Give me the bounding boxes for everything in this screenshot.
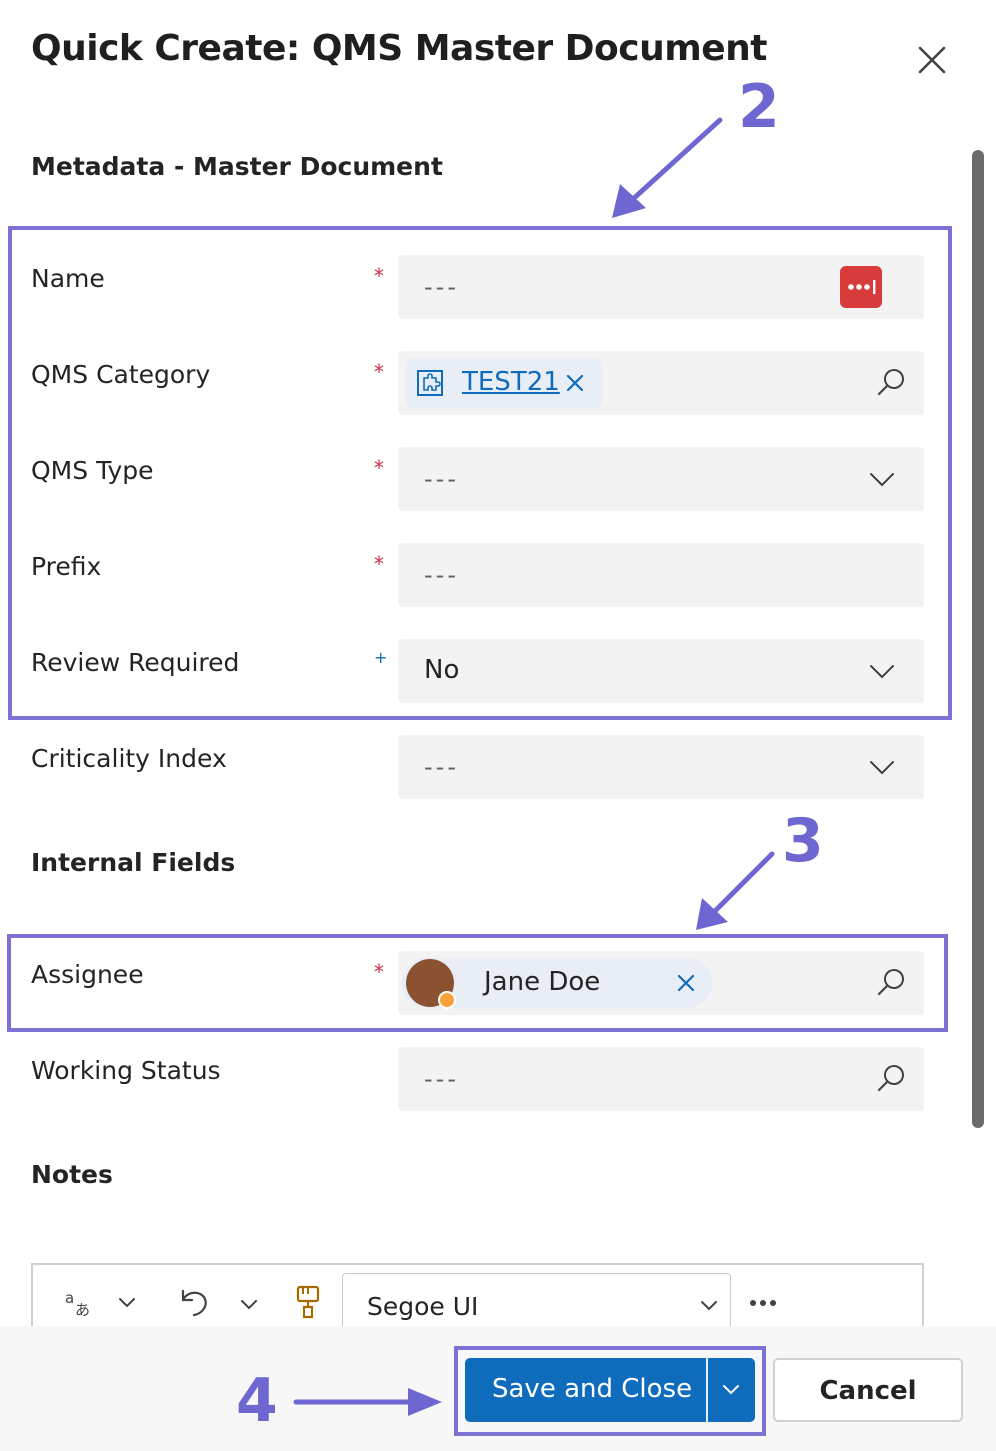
chevron-down-icon[interactable]	[117, 1295, 137, 1311]
annotation-box-2	[8, 226, 952, 720]
format-painter-icon[interactable]	[295, 1285, 321, 1321]
working-status-field[interactable]: ---	[398, 1047, 924, 1111]
chevron-down-icon	[870, 761, 894, 774]
chevron-down-icon[interactable]	[239, 1297, 259, 1313]
notes-editor-toolbar: a あ Segoe UI	[31, 1263, 924, 1335]
annotation-number-4: 4	[236, 1366, 278, 1436]
more-icon[interactable]	[747, 1297, 781, 1309]
criticality-index-select[interactable]: ---	[398, 735, 924, 799]
criticality-index-label: Criticality Index	[31, 744, 227, 773]
svg-text:a: a	[65, 1289, 74, 1307]
working-status-value: ---	[424, 1065, 459, 1093]
annotation-number-3: 3	[782, 806, 824, 876]
annotation-number-2: 2	[738, 72, 780, 142]
undo-icon[interactable]	[177, 1285, 211, 1319]
section-title-internal: Internal Fields	[31, 848, 236, 877]
working-status-label: Working Status	[31, 1056, 221, 1085]
annotation-arrow-2	[612, 117, 723, 218]
translate-icon[interactable]: a あ	[63, 1287, 95, 1319]
scrollbar[interactable]	[972, 150, 984, 1128]
cancel-button[interactable]: Cancel	[773, 1358, 963, 1422]
cancel-label: Cancel	[819, 1376, 917, 1406]
font-family-value: Segoe UI	[367, 1292, 479, 1321]
annotation-arrow-3	[696, 851, 775, 930]
annotation-box-4	[454, 1346, 766, 1436]
svg-text:あ: あ	[75, 1301, 90, 1319]
section-title-metadata: Metadata - Master Document	[31, 152, 443, 181]
annotation-box-3	[7, 934, 948, 1032]
close-icon[interactable]	[912, 40, 952, 80]
criticality-index-value: ---	[424, 753, 459, 781]
section-title-notes: Notes	[31, 1160, 113, 1189]
dialog-title: Quick Create: QMS Master Document	[31, 28, 768, 69]
search-icon[interactable]	[874, 1062, 908, 1096]
annotation-arrows	[293, 117, 775, 1416]
chevron-down-icon	[701, 1301, 717, 1311]
